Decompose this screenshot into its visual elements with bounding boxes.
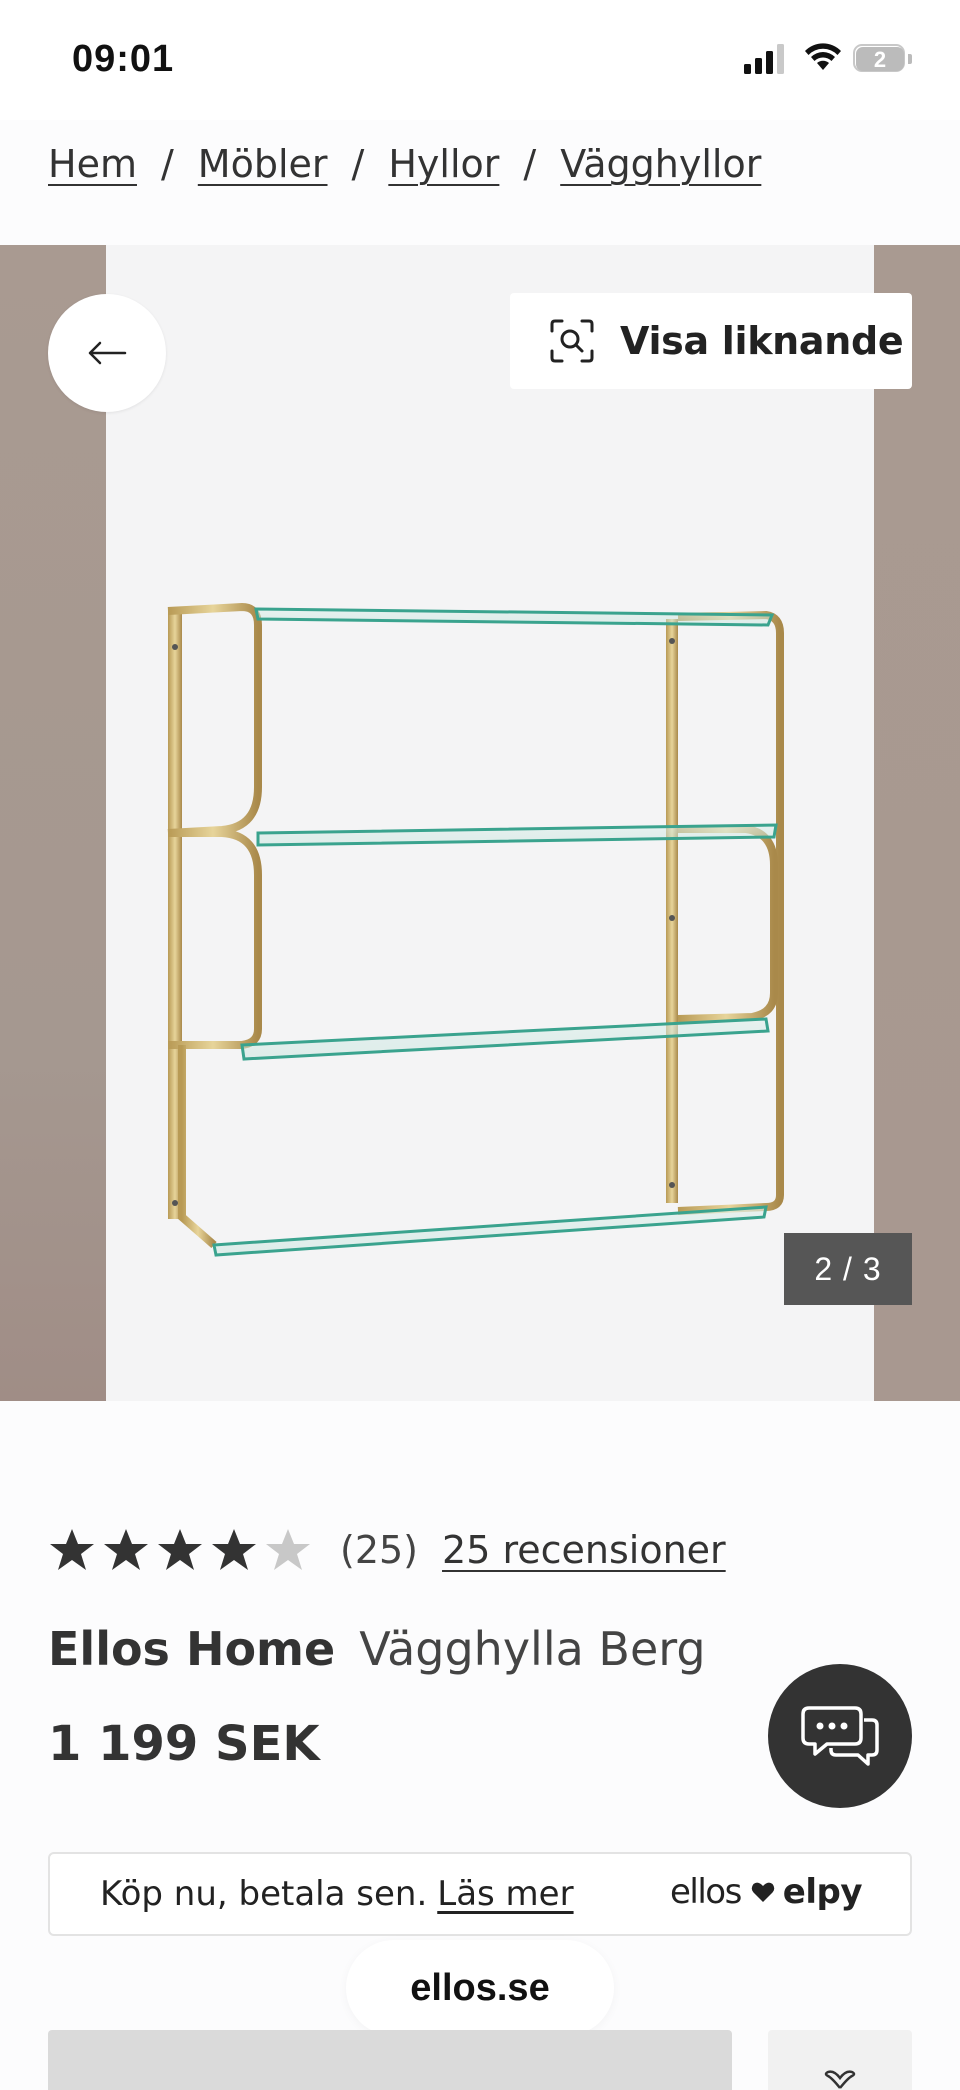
payment-banner: Köp nu, betala sen. Läs mer ellos elpy: [48, 1852, 912, 1936]
star-filled-icon: [158, 1529, 202, 1570]
show-similar-button[interactable]: Visa liknande: [510, 293, 912, 389]
product-name: Vägghylla Berg: [359, 1622, 706, 1676]
breadcrumb-item-vagghyllor[interactable]: Vägghyllor: [560, 142, 761, 186]
arrow-left-icon: [88, 341, 127, 365]
signal-icon: [744, 44, 784, 74]
wifi-icon: [805, 43, 841, 70]
breadcrumb-item-mobler[interactable]: Möbler: [198, 142, 328, 186]
product-gallery[interactable]: Visa liknande 2 / 3: [0, 245, 960, 1401]
star-filled-icon: [212, 1529, 256, 1570]
gallery-background-left: [0, 245, 106, 1401]
favorite-button[interactable]: [768, 2030, 912, 2090]
product-title: Ellos Home Vägghylla Berg: [48, 1622, 706, 1676]
product-brand[interactable]: Ellos Home: [48, 1622, 335, 1676]
reviews-link[interactable]: 25 recensioner: [442, 1528, 726, 1572]
ellos-logo: ellos: [669, 1872, 742, 1912]
chat-button[interactable]: [768, 1664, 912, 1808]
elpy-logo: elpy: [782, 1872, 863, 1912]
heart-icon: [751, 1882, 775, 1902]
battery-icon: 2: [853, 44, 913, 74]
breadcrumb-item-hem[interactable]: Hem: [48, 142, 137, 186]
battery-cap: [908, 54, 912, 64]
star-filled-icon: [104, 1529, 148, 1570]
rating-row: (25) 25 recensioner: [48, 1524, 726, 1576]
payment-brand-logos: ellos elpy: [669, 1872, 863, 1912]
product-price: 1 199 SEK: [48, 1716, 320, 1772]
show-similar-label: Visa liknande: [620, 319, 904, 363]
gallery-background-right: [874, 245, 960, 1401]
breadcrumb-separator: /: [160, 142, 174, 186]
size-select-button[interactable]: [48, 2030, 732, 2090]
breadcrumb-separator: /: [523, 142, 537, 186]
breadcrumb-separator: /: [351, 142, 365, 186]
visual-search-icon: [550, 319, 594, 363]
breadcrumb: Hem / Möbler / Hyllor / Vägghyllor: [48, 142, 761, 186]
back-button[interactable]: [48, 294, 166, 412]
status-time: 09:01: [72, 38, 175, 80]
product-image[interactable]: [106, 245, 874, 1401]
payment-read-more-link[interactable]: Läs mer: [437, 1874, 573, 1914]
breadcrumb-item-hyllor[interactable]: Hyllor: [388, 142, 499, 186]
status-bar: 09:01 2: [0, 0, 960, 120]
browser-url-bar[interactable]: ellos.se: [346, 1940, 614, 2036]
star-empty-icon: [266, 1529, 310, 1570]
wall-shelf-illustration: [167, 602, 784, 1257]
payment-text: Köp nu, betala sen.: [100, 1874, 428, 1914]
chat-bubbles-icon: [801, 1706, 879, 1766]
image-counter: 2 / 3: [784, 1233, 912, 1305]
heart-outline-icon: [824, 2070, 856, 2089]
battery-level: 2: [856, 47, 904, 72]
rating-count: (25): [340, 1528, 419, 1572]
star-filled-icon: [50, 1529, 94, 1570]
